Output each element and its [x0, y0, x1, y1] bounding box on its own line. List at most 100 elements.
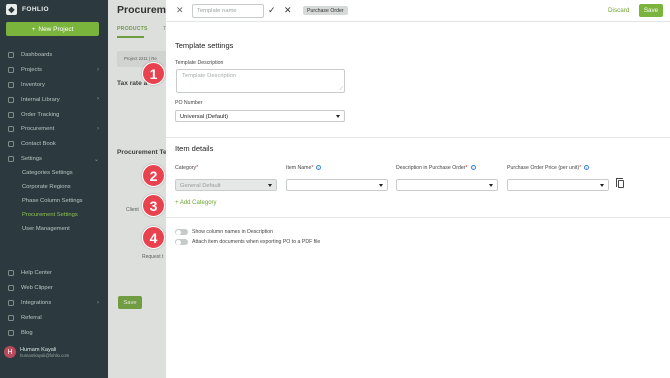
required-marker: *: [579, 165, 582, 171]
save-button[interactable]: Save: [639, 4, 663, 17]
item-name-label-text: Item Name: [286, 165, 312, 171]
chevron-right-icon: ›: [97, 299, 99, 306]
new-project-label: New Project: [38, 25, 74, 33]
price-po-select[interactable]: [507, 179, 609, 191]
step-marker-4: 4: [142, 226, 165, 249]
required-marker: *: [465, 165, 468, 171]
sidebar-item-internal-library[interactable]: Internal Library ›: [0, 92, 108, 107]
sidebar-item-label: Projects: [21, 67, 42, 74]
plus-icon: +: [31, 25, 36, 33]
sidebar-item-referral[interactable]: Referral: [0, 310, 108, 325]
category-label-text: Category: [175, 165, 197, 171]
logo[interactable]: ◆ FOHLIO: [6, 4, 49, 15]
truck-icon: [8, 111, 14, 118]
projects-icon: [8, 67, 14, 74]
required-marker: *: [311, 165, 314, 171]
template-name-input[interactable]: Template name: [192, 4, 264, 18]
sidebar-item-label: Blog: [21, 329, 33, 336]
info-icon[interactable]: i: [470, 165, 476, 171]
sidebar-subitem-categories-settings[interactable]: Categories Settings: [0, 166, 108, 180]
attach-documents-label: Attach item documents when exporting PO …: [192, 239, 321, 245]
resize-grip-icon[interactable]: ⟋: [339, 86, 343, 92]
attach-documents-toggle[interactable]: [175, 239, 188, 245]
sidebar-item-order-tracking[interactable]: Order Tracking: [0, 107, 108, 122]
template-description-textarea[interactable]: Template Description ⟋: [176, 69, 345, 93]
cart-icon: [8, 126, 14, 133]
template-description-label: Template Description: [175, 60, 224, 66]
category-column-label: Category*: [175, 165, 198, 171]
show-column-names-label: Show column names in Description: [192, 229, 274, 235]
gear-icon: [8, 155, 14, 162]
blog-icon: [8, 329, 14, 336]
sidebar-bottom-nav: Help Center Web Clipper Integrations › Re…: [0, 266, 108, 340]
sidebar-item-label: Dashboards: [21, 52, 53, 59]
check-icon[interactable]: ✓: [268, 6, 276, 15]
required-marker: *: [196, 165, 199, 171]
sidebar-item-blog[interactable]: Blog: [0, 325, 108, 340]
sidebar-item-contact-book[interactable]: Contact Book: [0, 137, 108, 152]
item-details-title: Item details: [175, 144, 214, 153]
inventory-icon: [8, 81, 14, 88]
section-divider: [166, 137, 670, 138]
step-marker-1: 1: [142, 62, 165, 85]
description-po-select[interactable]: [396, 179, 498, 191]
price-po-label-text: Purchase Order Price (per unit): [507, 165, 580, 171]
po-number-select[interactable]: Universal (Default): [175, 110, 345, 122]
show-column-names-toggle[interactable]: [175, 229, 188, 235]
chevron-right-icon: ›: [97, 96, 99, 103]
sidebar-item-settings[interactable]: Settings ⌄: [0, 152, 108, 167]
info-icon[interactable]: i: [316, 165, 322, 171]
user-email: humamkayali@fohlio.com: [20, 352, 70, 358]
po-number-label: PO Number: [175, 100, 203, 106]
description-po-label-text: Description in Purchase Order: [396, 165, 466, 171]
sidebar-subitem-corporate-regions[interactable]: Corporate Regions: [0, 180, 108, 194]
sidebar: ◆ FOHLIO + New Project Dashboards Projec…: [0, 0, 108, 378]
description-po-column-label: Description in Purchase Order* i: [396, 165, 476, 171]
sidebar-item-web-clipper[interactable]: Web Clipper: [0, 281, 108, 296]
clipper-icon: [8, 285, 14, 292]
discard-button[interactable]: Discard: [608, 7, 629, 14]
sidebar-item-integrations[interactable]: Integrations ›: [0, 296, 108, 311]
item-name-column-label: Item Name* i: [286, 165, 322, 171]
category-value: General Default: [180, 182, 221, 189]
template-description-placeholder: Template Description: [182, 73, 237, 79]
referral-icon: [8, 314, 14, 321]
add-category-link[interactable]: + Add Category: [175, 200, 217, 206]
po-number-value: Universal (Default): [180, 113, 228, 120]
book-icon: [8, 141, 14, 148]
info-icon[interactable]: i: [584, 165, 590, 171]
sidebar-item-label: Referral: [21, 314, 42, 321]
user-profile[interactable]: H Humam Kayali humamkayali@fohlio.com: [4, 346, 69, 358]
drawer-toolbar: ✕ Template name ✓ ✕ Purchase Order Disca…: [166, 0, 670, 22]
template-editor-drawer: ✕ Template name ✓ ✕ Purchase Order Disca…: [166, 0, 670, 378]
sidebar-subitem-phase-column-settings[interactable]: Phase Column Settings: [0, 194, 108, 208]
close-icon[interactable]: ✕: [176, 6, 184, 15]
category-select: General Default: [175, 179, 277, 191]
sidebar-item-label: Help Center: [21, 270, 52, 277]
logo-icon: ◆: [6, 4, 17, 15]
cancel-icon[interactable]: ✕: [284, 6, 292, 15]
sidebar-item-help-center[interactable]: Help Center: [0, 266, 108, 281]
sidebar-nav: Dashboards Projects › Inventory Internal …: [0, 48, 108, 236]
sidebar-item-label: Settings: [21, 155, 42, 162]
sidebar-item-projects[interactable]: Projects ›: [0, 63, 108, 78]
help-icon: [8, 270, 14, 277]
dashboard-icon: [8, 52, 14, 59]
sidebar-item-inventory[interactable]: Inventory: [0, 78, 108, 93]
sidebar-item-dashboards[interactable]: Dashboards: [0, 48, 108, 63]
modal-overlay[interactable]: [108, 0, 166, 378]
section-divider: [166, 217, 670, 218]
template-settings-title: Template settings: [175, 41, 234, 50]
item-name-select[interactable]: [286, 179, 388, 191]
library-icon: [8, 96, 14, 103]
caret-down-icon: [336, 115, 340, 118]
avatar: H: [4, 346, 16, 358]
chevron-down-icon: ⌄: [93, 156, 99, 163]
new-project-button[interactable]: + New Project: [6, 22, 99, 36]
sidebar-item-procurement[interactable]: Procurement ›: [0, 122, 108, 137]
caret-down-icon: [379, 184, 383, 187]
sidebar-subitem-procurement-settings[interactable]: Procurement Settings: [0, 208, 108, 222]
integrations-icon: [8, 299, 14, 306]
copy-icon[interactable]: [616, 178, 624, 188]
sidebar-subitem-user-management[interactable]: User Management: [0, 222, 108, 236]
